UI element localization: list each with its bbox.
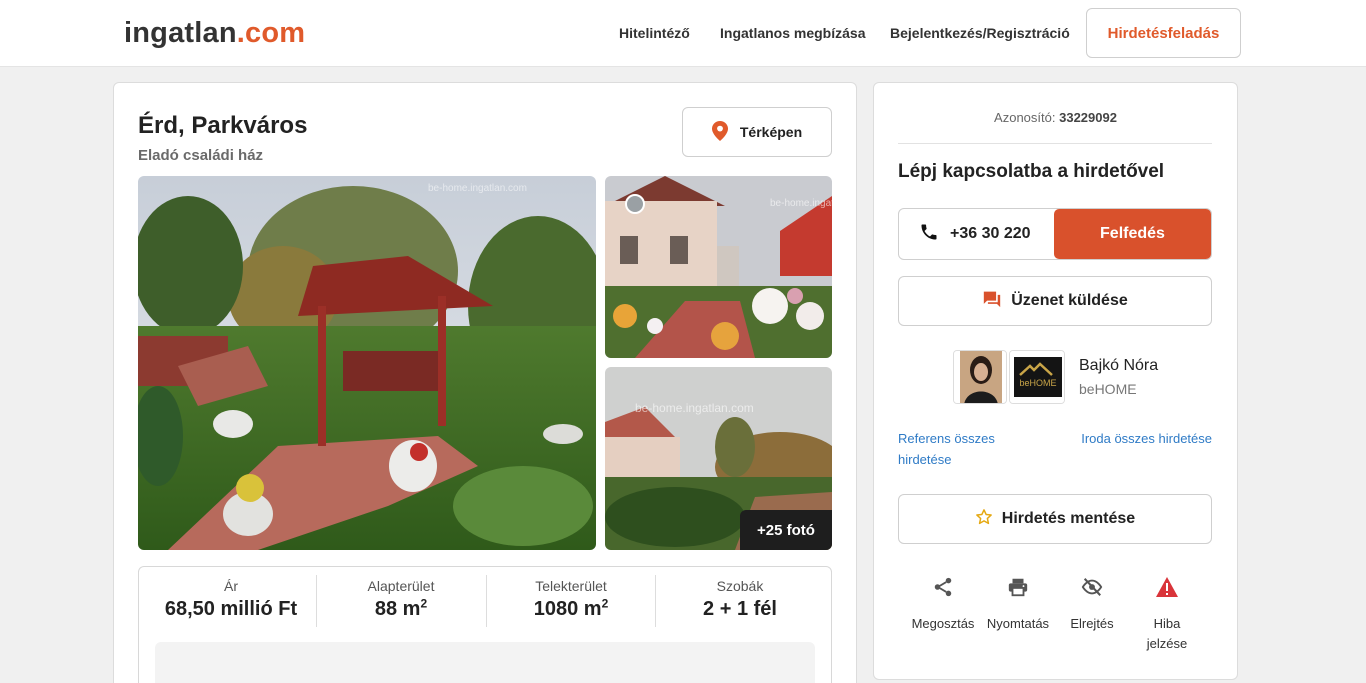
logo-domain: .com — [236, 17, 306, 49]
stat-floor-area-label: Alapterület — [367, 578, 435, 594]
hide-action[interactable]: Elrejtés — [1055, 576, 1129, 634]
contact-card: Azonosító: 33229092 Lépj kapcsolatba a h… — [873, 82, 1238, 680]
agent-all-listings-link[interactable]: Referens összes hirdetése — [898, 428, 1028, 470]
report-action[interactable]: Hiba jelzése — [1130, 576, 1204, 654]
print-icon — [981, 576, 1055, 600]
more-photos-badge[interactable]: +25 fotó — [740, 510, 832, 550]
office-all-listings-link[interactable]: Iroda összes hirdetése — [1074, 428, 1212, 449]
divider — [898, 143, 1212, 144]
stat-price-label: Ár — [224, 578, 238, 594]
top-bar: ingatlan.com Hitelintéző Ingatlanos megb… — [0, 0, 1366, 67]
listing-subtitle: Eladó családi ház — [138, 147, 264, 164]
print-action[interactable]: Nyomtatás — [981, 576, 1055, 634]
map-button[interactable]: Térképen — [682, 107, 832, 157]
send-message-label: Üzenet küldése — [1011, 292, 1128, 309]
main-photo[interactable]: be-home.ingatlan.com — [138, 176, 596, 550]
phone-icon — [919, 222, 939, 247]
listing-id-value: 33229092 — [1059, 110, 1117, 125]
nav-ingatlanos-megbizasa[interactable]: Ingatlanos megbízása — [720, 25, 865, 41]
agent-avatar[interactable] — [953, 350, 1007, 404]
print-label: Nyomtatás — [986, 616, 1050, 631]
hide-label: Elrejtés — [1070, 616, 1114, 631]
map-pin-icon — [711, 120, 728, 144]
stat-rooms: Szobák 2 + 1 fél — [656, 575, 824, 627]
nav-hitelintezo[interactable]: Hitelintéző — [619, 25, 690, 41]
agency-logo[interactable]: beHOME — [1009, 350, 1065, 404]
post-ad-button[interactable]: Hirdetésfeladás — [1086, 8, 1241, 58]
phone-box: +36 30 220 Felfedés — [898, 208, 1212, 260]
photo-thumb-1[interactable]: be-home.ingatlan.com — [605, 176, 832, 358]
save-listing-label: Hirdetés mentése — [1001, 510, 1136, 527]
content-placeholder — [155, 642, 815, 683]
stat-floor-area-value: 88 m2 — [374, 596, 428, 620]
thumb-2-watermark: be-home.ingatlan.com — [635, 401, 754, 415]
save-listing-button[interactable]: Hirdetés mentése — [898, 494, 1212, 544]
phone-number[interactable]: +36 30 220 — [919, 209, 1031, 259]
nav-login-register[interactable]: Bejelentkezés/Regisztráció — [890, 25, 1070, 41]
warning-icon — [1130, 576, 1204, 600]
logo[interactable]: ingatlan.com — [124, 17, 305, 50]
logo-text: ingatlan — [124, 17, 237, 49]
star-icon — [975, 508, 993, 531]
reveal-phone-button[interactable]: Felfedés — [1054, 209, 1211, 259]
hide-icon — [1055, 576, 1129, 600]
agency-logo-text: beHOME — [1019, 378, 1056, 388]
stat-price: Ár 68,50 millió Ft — [147, 575, 315, 627]
agency-name[interactable]: beHOME — [1079, 381, 1137, 397]
listing-id: Azonosító: 33229092 — [874, 110, 1237, 125]
chat-icon — [982, 290, 1002, 313]
listing-id-label: Azonosító: — [994, 110, 1056, 125]
phone-number-text: +36 30 220 — [950, 225, 1031, 242]
stat-rooms-label: Szobák — [716, 578, 764, 594]
photo-thumb-2[interactable]: be-home.ingatlan.com +25 fotó — [605, 367, 832, 550]
stat-plot-area-value: 1080 m2 — [533, 596, 609, 620]
listing-card: Érd, Parkváros Eladó családi ház Térképe… — [113, 82, 857, 683]
share-icon — [906, 576, 980, 600]
stat-plot-area: Telekterület 1080 m2 — [487, 575, 655, 627]
send-message-button[interactable]: Üzenet küldése — [898, 276, 1212, 326]
share-action[interactable]: Megosztás — [906, 576, 980, 634]
main-photo-watermark: be-home.ingatlan.com — [428, 183, 527, 194]
agent-name[interactable]: Bajkó Nóra — [1079, 357, 1158, 375]
report-label: Hiba jelzése — [1146, 616, 1188, 651]
stat-price-value: 68,50 millió Ft — [164, 598, 298, 620]
contact-title: Lépj kapcsolatba a hirdetővel — [898, 161, 1165, 182]
listing-title: Érd, Parkváros — [138, 112, 308, 139]
thumb-1-watermark: be-home.ingatlan.com — [770, 198, 832, 209]
stat-plot-area-label: Telekterület — [535, 578, 607, 594]
key-facts: Ár 68,50 millió Ft Alapterület 88 m2 Tel… — [138, 566, 832, 683]
stat-floor-area: Alapterület 88 m2 — [317, 575, 485, 627]
share-label: Megosztás — [911, 616, 975, 631]
stat-rooms-value: 2 + 1 fél — [703, 598, 777, 620]
map-button-label: Térképen — [739, 124, 803, 140]
